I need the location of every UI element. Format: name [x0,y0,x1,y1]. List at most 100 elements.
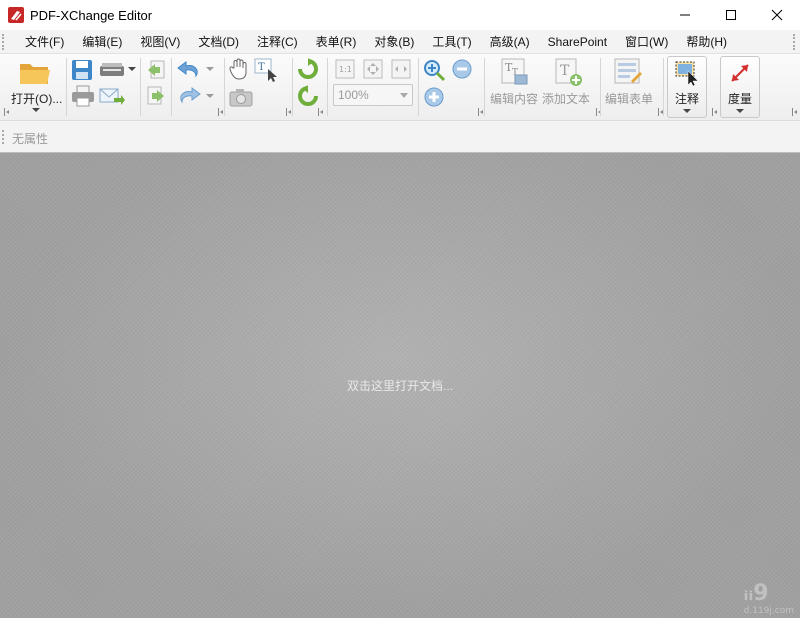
previous-view-button[interactable] [144,58,168,82]
fit-width-icon [391,59,411,79]
toolbar-separator [171,58,172,116]
menu-object[interactable]: 对象(B) [365,31,423,53]
properties-grip[interactable] [2,130,6,144]
menu-sharepoint[interactable]: SharePoint [539,31,616,53]
edit-content-button[interactable]: T T [498,56,530,88]
zoom-in-button[interactable] [422,85,446,109]
comment-tool-button[interactable] [671,58,703,88]
minimize-button[interactable] [662,0,708,30]
select-text-button[interactable]: T [253,57,279,83]
fit-page-button[interactable] [362,58,384,80]
edit-form-button[interactable] [612,56,644,88]
minimize-icon [680,14,690,16]
redo-button[interactable] [175,84,203,108]
zoom-dropdown-caret [400,93,408,98]
actual-size-button[interactable]: 1:1 [334,58,356,80]
edit-form-icon [614,58,642,84]
printer-icon [72,85,94,107]
snapshot-button[interactable] [228,86,254,108]
menu-help[interactable]: 帮助(H) [677,31,736,53]
next-view-button[interactable] [144,84,168,108]
app-logo-icon [8,7,24,23]
scanner-icon [100,63,124,76]
toolbar-grip[interactable] [218,108,223,116]
document-area[interactable]: 双击这里打开文档... ᵢᵢ9 d.119j.com [0,153,800,618]
measure-tool-label[interactable]: 度量 [728,90,752,107]
measure-dropdown-caret[interactable] [736,109,744,113]
watermark-site: d.119j.com [743,606,794,616]
menu-comment[interactable]: 注释(C) [248,31,307,53]
hand-tool-button[interactable] [228,57,250,81]
camera-icon [229,89,253,107]
open-button[interactable] [16,58,54,88]
toolbar-grip[interactable] [4,108,9,116]
zoom-out-icon [452,59,472,79]
rotate-ccw-icon [298,85,318,106]
save-button[interactable] [70,58,94,82]
undo-icon [177,61,198,78]
toolbar-separator [66,58,67,116]
comment-select-icon [675,61,699,87]
fit-width-button[interactable] [390,58,412,80]
edit-content-label[interactable]: 编辑内容 [490,90,538,107]
zoom-plus-icon [424,87,444,107]
doc-back-icon [148,60,165,79]
edit-form-label[interactable]: 编辑表单 [605,90,653,107]
toolbar-separator [140,58,141,116]
menu-edit[interactable]: 编辑(E) [73,31,131,53]
menu-view[interactable]: 视图(V) [131,31,189,53]
menu-tools[interactable]: 工具(T) [423,31,480,53]
open-button-label[interactable]: 打开(O)... [11,90,62,107]
open-document-hint[interactable]: 双击这里打开文档... [0,377,800,394]
menu-document[interactable]: 文档(D) [189,31,248,53]
toolbar-grip[interactable] [792,108,797,116]
toolbar-separator [327,58,328,116]
save-icon [72,60,92,80]
hand-icon [229,58,247,80]
svg-text:T: T [560,63,570,79]
close-button[interactable] [754,0,800,30]
rotate-clockwise-button[interactable] [296,57,320,81]
menu-window[interactable]: 窗口(W) [616,31,677,53]
menu-form[interactable]: 表单(R) [307,31,366,53]
properties-empty-text: 无属性 [12,132,49,146]
maximize-icon [726,10,736,20]
folder-icon [20,64,50,84]
zoom-in-tool-button[interactable] [421,57,447,83]
open-dropdown-caret[interactable] [32,108,40,112]
email-icon [99,88,125,105]
redo-dropdown-caret[interactable] [206,94,214,98]
select-text-icon: T [254,58,277,82]
scan-button[interactable] [98,58,126,82]
rotate-cw-icon [298,58,318,79]
menu-grip[interactable] [2,33,8,50]
edit-content-icon: T T [501,58,528,85]
toolbar-grip[interactable] [318,108,323,116]
email-button[interactable] [98,84,126,108]
comment-tool-label[interactable]: 注释 [675,90,699,107]
measure-tool-button[interactable] [725,58,755,88]
menu-right-grip [793,34,797,50]
zoom-out-button[interactable] [450,57,474,81]
fit-page-icon [363,59,383,79]
comment-dropdown-caret[interactable] [683,109,691,113]
close-icon [771,9,783,21]
menu-advanced[interactable]: 高级(A) [481,31,539,53]
undo-button[interactable] [175,58,203,82]
svg-text:1:1: 1:1 [339,65,352,74]
add-text-button[interactable]: T [552,56,584,88]
rotate-counterclockwise-button[interactable] [296,84,320,108]
scan-dropdown-caret[interactable] [128,67,136,71]
maximize-button[interactable] [708,0,754,30]
zoom-level-select[interactable]: 100% [333,84,413,106]
menu-file[interactable]: 文件(F) [16,31,73,53]
add-text-label[interactable]: 添加文本 [542,90,590,107]
toolbar-grip[interactable] [286,108,291,116]
toolbar-grip[interactable] [712,108,717,116]
doc-forward-icon [147,86,164,105]
toolbar-separator [224,58,225,116]
print-button[interactable] [70,84,96,108]
toolbar-separator [600,58,601,116]
toolbar-grip[interactable] [478,108,483,116]
undo-dropdown-caret[interactable] [206,67,214,71]
